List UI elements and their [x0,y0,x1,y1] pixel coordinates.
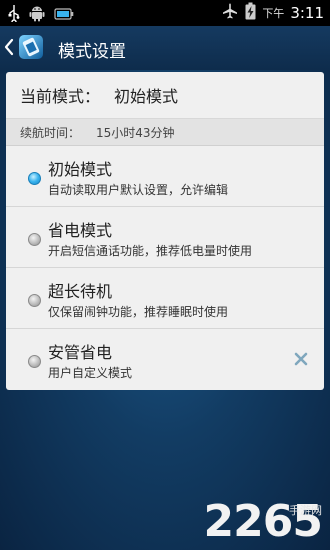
mode-item-custom[interactable]: 安管省电 用户自定义模式 [6,329,324,389]
battery-charging-icon [245,2,256,24]
mode-description: 自动读取用户默认设置，允许编辑 [48,183,229,197]
page-title: 模式设置 [58,42,126,62]
radio-button[interactable] [28,355,41,368]
battery-life-row: 续航时间： 15小时43分钟 [6,119,324,146]
battery-life-value: 15小时43分钟 [96,125,175,140]
app-icon[interactable] [16,32,46,62]
mode-name: 初始模式 [48,160,113,179]
mode-description: 仅保留闹钟功能，推荐睡眠时使用 [48,305,229,319]
clock: 3:11 [290,4,324,22]
mode-name: 省电模式 [48,221,113,240]
back-chevron-icon[interactable] [3,37,15,57]
current-mode-row: 当前模式： 初始模式 [6,72,324,119]
usb-icon [8,4,20,26]
radio-button[interactable] [28,233,41,246]
current-mode-label: 当前模式： [20,87,101,106]
android-icon [28,4,46,26]
radio-button-selected[interactable] [28,172,41,185]
battery-saver-icon [54,6,74,25]
status-bar: 下午 3:11 [0,0,330,26]
mode-settings-panel: 当前模式： 初始模式 续航时间： 15小时43分钟 初始模式 自动读取用户默认设… [6,72,324,390]
mode-name: 超长待机 [48,282,113,301]
radio-button[interactable] [28,294,41,307]
mode-item-power-saving[interactable]: 省电模式 开启短信通话功能，推荐低电量时使用 [6,207,324,268]
mode-item-long-standby[interactable]: 超长待机 仅保留闹钟功能，推荐睡眠时使用 [6,268,324,329]
delete-x-icon[interactable] [294,351,308,366]
mode-name: 安管省电 [48,343,113,362]
time-ampm: 下午 [262,7,285,20]
airplane-mode-icon [221,2,239,24]
battery-life-label: 续航时间： [20,125,81,140]
mode-description: 开启短信通话功能，推荐低电量时使用 [48,244,253,258]
mode-item-initial[interactable]: 初始模式 自动读取用户默认设置，允许编辑 [6,146,324,207]
mode-description: 用户自定义模式 [48,366,133,380]
action-bar: 模式设置 [0,26,330,70]
watermark-sub: 手游网 [289,504,322,517]
site-watermark: 手游网 2265 [204,500,323,544]
current-mode-value: 初始模式 [114,87,179,106]
